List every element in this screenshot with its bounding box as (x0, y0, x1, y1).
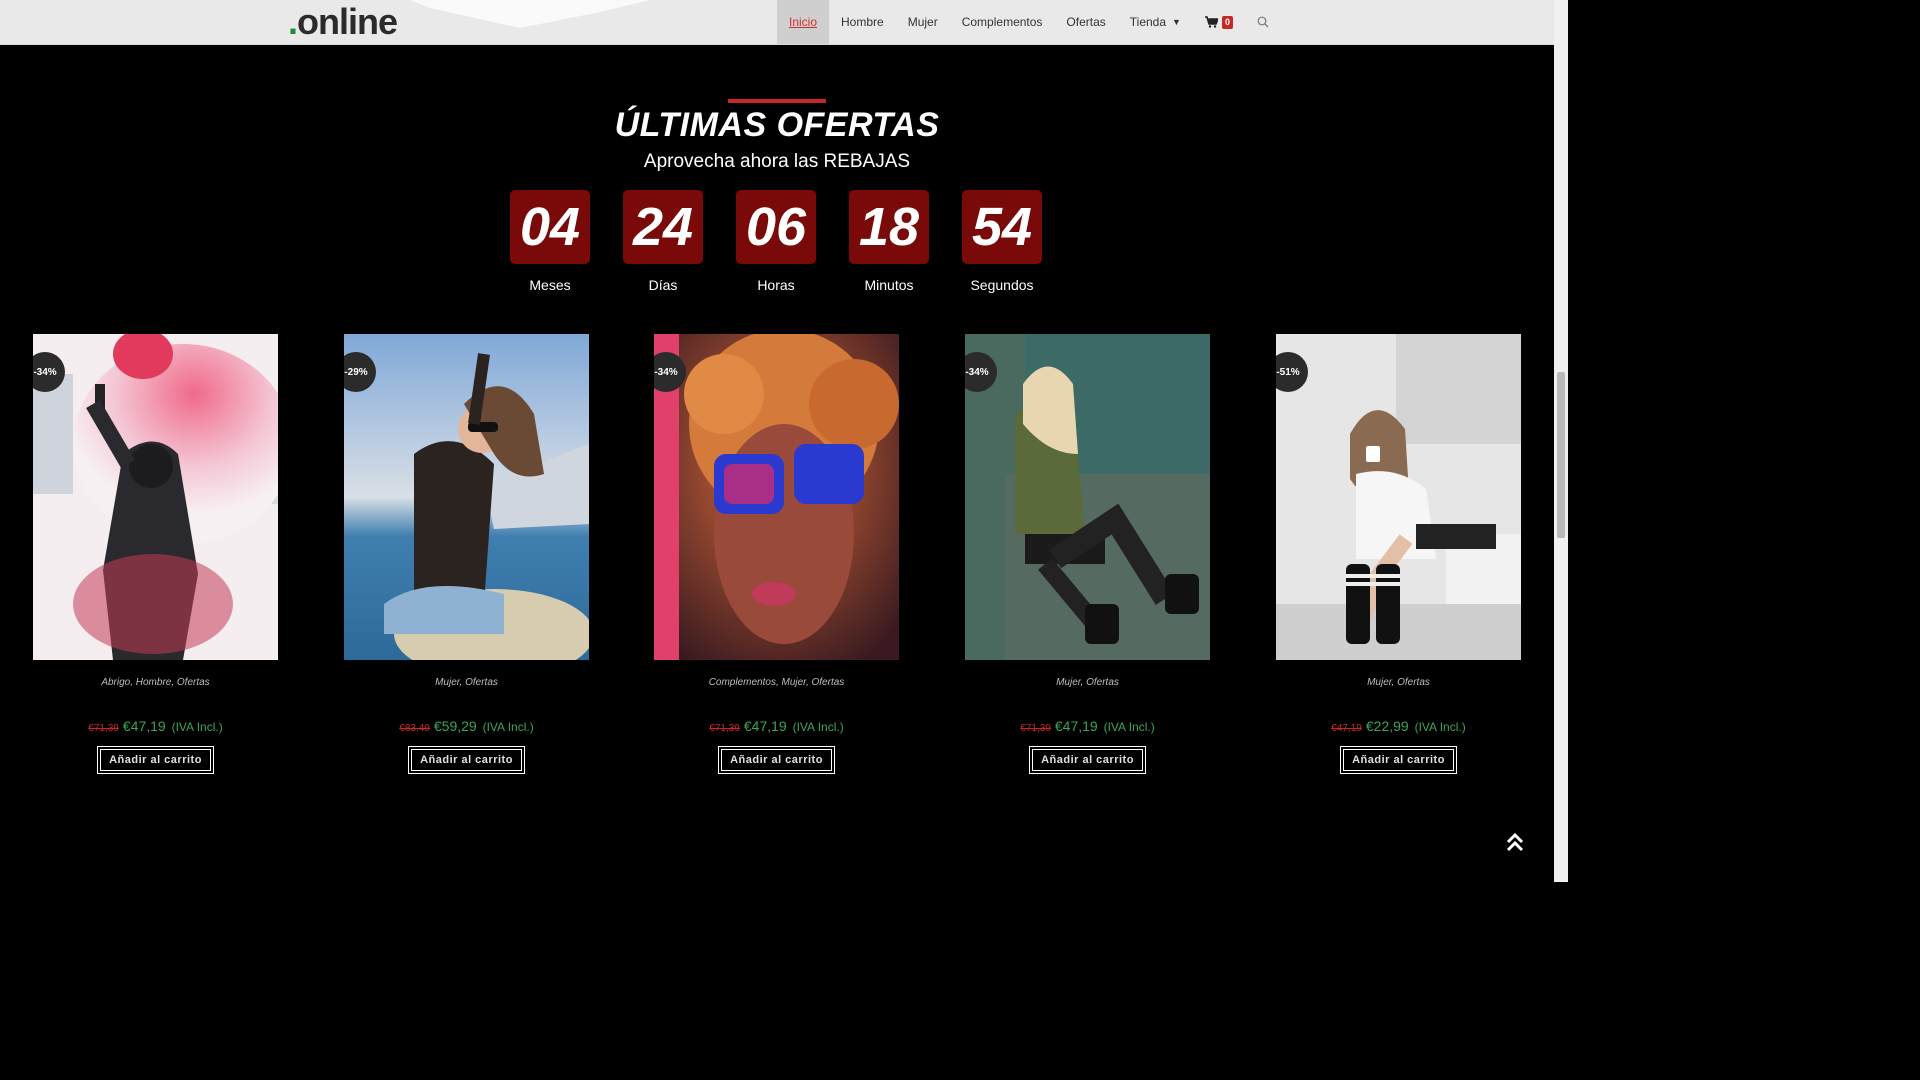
add-to-cart-button[interactable]: Añadir al carrito (97, 746, 214, 774)
add-to-cart-button[interactable]: Añadir al carrito (718, 746, 835, 774)
countdown-value: 04 (510, 190, 590, 264)
current-price: €47,19 (1054, 718, 1098, 734)
site-header: .online Inicio Hombre Mujer Complementos… (0, 0, 1554, 45)
product-categories[interactable]: Complementos, Mujer, Ofertas (654, 677, 899, 688)
product-image[interactable]: -34% (33, 334, 278, 660)
product-card: -34% Abrigo, Hombre, Ofertas €71,39 €47,1… (33, 334, 278, 774)
tax-note: (IVA Incl.) (482, 720, 534, 734)
product-categories[interactable]: Mujer, Ofertas (965, 677, 1210, 688)
add-to-cart-button[interactable]: Añadir al carrito (1029, 746, 1146, 774)
countdown-minutes: 18 Minutos (849, 190, 929, 293)
tax-note: (IVA Incl.) (1414, 720, 1466, 734)
nav-item-hombre[interactable]: Hombre (829, 0, 896, 44)
tax-note: (IVA Incl.) (171, 720, 223, 734)
old-price: €71,39 (88, 723, 119, 734)
countdown-timer: 04 Meses 24 Días 06 Horas 18 Minutos 54 Segun… (510, 190, 1042, 293)
page-scrollbar[interactable] (1554, 0, 1568, 882)
tax-note: (IVA Incl.) (1103, 720, 1155, 734)
old-price: €71,39 (709, 723, 740, 734)
add-to-cart-button[interactable]: Añadir al carrito (1340, 746, 1457, 774)
chevron-down-icon: ▼ (1172, 17, 1181, 27)
site-logo[interactable]: .online (288, 2, 398, 42)
nav-item-ofertas[interactable]: Ofertas (1054, 0, 1117, 44)
cart-count-badge: 0 (1221, 15, 1233, 29)
current-price: €47,19 (743, 718, 787, 734)
old-price: €47,19 (1331, 723, 1362, 734)
current-price: €47,19 (122, 718, 166, 734)
countdown-months: 04 Meses (510, 190, 590, 293)
countdown-value: 24 (623, 190, 703, 264)
product-card: -29% Mujer, Ofertas €83,49 €59,29 (IVA In… (344, 334, 589, 774)
cart-icon (1204, 16, 1218, 28)
nav-item-tienda[interactable]: Tienda ▼ (1118, 0, 1193, 44)
countdown-value: 54 (962, 190, 1042, 264)
product-card: -34% Mujer, Ofertas €71,39 €47,19 (IVA In… (965, 334, 1210, 774)
product-price: €83,49 €59,29 (IVA Incl.) (344, 718, 589, 734)
countdown-label: Meses (529, 277, 571, 293)
countdown-label: Minutos (864, 277, 914, 293)
countdown-label: Horas (757, 277, 795, 293)
product-price: €47,19 €22,99 (IVA Incl.) (1276, 718, 1521, 734)
section-title: ÚLTIMAS OFERTAS (614, 106, 940, 144)
product-categories[interactable]: Abrigo, Hombre, Ofertas (33, 677, 278, 688)
nav-item-inicio[interactable]: Inicio (777, 0, 830, 44)
product-price: €71,39 €47,19 (IVA Incl.) (654, 718, 899, 734)
product-card: -51% Mujer, Ofertas €47,19 €22,99 (IVA In… (1276, 334, 1521, 774)
cart-button[interactable]: 0 (1193, 0, 1245, 44)
scrollbar-thumb[interactable] (1557, 372, 1565, 538)
title-accent-line (728, 99, 826, 103)
current-price: €59,29 (433, 718, 477, 734)
old-price: €83,49 (399, 723, 430, 734)
countdown-label: Días (648, 277, 678, 293)
main-nav: Inicio Hombre Mujer Complementos Ofertas… (777, 0, 1281, 44)
product-categories[interactable]: Mujer, Ofertas (344, 677, 589, 688)
nav-item-complementos[interactable]: Complementos (950, 0, 1055, 44)
tax-note: (IVA Incl.) (792, 720, 844, 734)
countdown-value: 18 (849, 190, 929, 264)
countdown-seconds: 54 Segundos (962, 190, 1042, 293)
product-image[interactable]: -29% (344, 334, 589, 660)
product-price: €71,39 €47,19 (IVA Incl.) (33, 718, 278, 734)
product-categories[interactable]: Mujer, Ofertas (1276, 677, 1521, 688)
add-to-cart-button[interactable]: Añadir al carrito (408, 746, 525, 774)
double-chevron-up-icon[interactable] (1506, 832, 1524, 858)
product-image[interactable]: -51% (1276, 334, 1521, 660)
search-button[interactable] (1245, 0, 1281, 44)
product-card: -34% Complementos, Mujer, Ofertas €71,39… (654, 334, 899, 774)
countdown-days: 24 Días (623, 190, 703, 293)
nav-item-mujer[interactable]: Mujer (896, 0, 950, 44)
product-image[interactable]: -34% (654, 334, 899, 660)
countdown-value: 06 (736, 190, 816, 264)
old-price: €71,39 (1020, 723, 1051, 734)
product-price: €71,39 €47,19 (IVA Incl.) (965, 718, 1210, 734)
countdown-label: Segundos (970, 277, 1034, 293)
product-image[interactable]: -34% (965, 334, 1210, 660)
search-icon (1257, 16, 1269, 28)
countdown-hours: 06 Horas (736, 190, 816, 293)
section-subtitle: Aprovecha ahora las REBAJAS (643, 151, 911, 172)
current-price: €22,99 (1365, 718, 1409, 734)
